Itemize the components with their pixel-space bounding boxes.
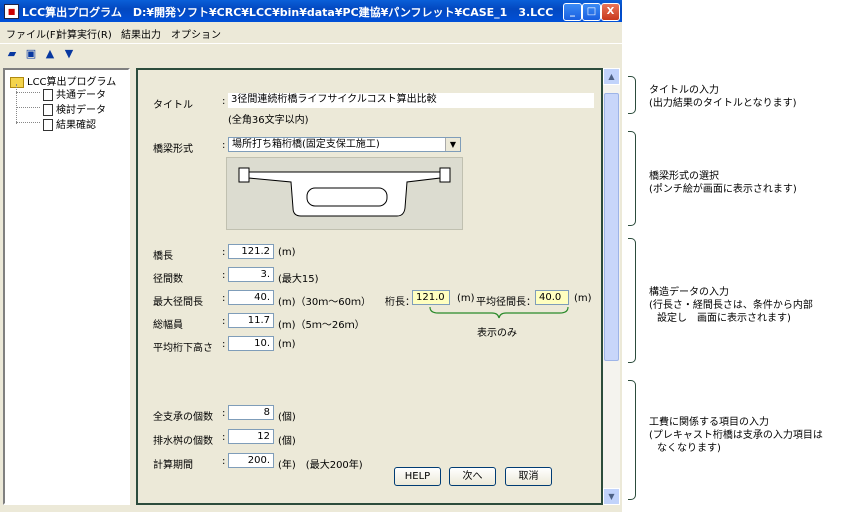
clearance-unit: (m)	[278, 339, 296, 350]
bridge-length-input[interactable]: 121.2	[228, 244, 274, 259]
girder-length-label: 桁長：	[385, 297, 415, 308]
minimize-button[interactable]: _	[563, 3, 582, 21]
display-only-brace	[429, 306, 569, 319]
tree-view[interactable]: LCC算出プログラム 共通データ 検討データ 結果確認	[3, 68, 130, 505]
avg-span-display: 40.0	[535, 290, 569, 305]
girder-length-display: 121.0	[412, 290, 450, 305]
max-span-label: 最大径間長	[153, 297, 203, 308]
title-hint: (全角36文字以内)	[228, 115, 309, 126]
period-input[interactable]: 200.	[228, 453, 274, 468]
bearings-input[interactable]: 8	[228, 405, 274, 420]
annotation-bridge-type: 橋梁形式の選択 (ポンチ絵が画面に表示されます)	[649, 171, 797, 195]
maximize-button[interactable]: □	[582, 3, 601, 21]
tree-connector	[16, 84, 17, 124]
title-bar[interactable]: ■ LCC算出プログラム D:¥開発ソフト¥CRC¥LCC¥bin¥data¥P…	[0, 0, 622, 22]
save-icon[interactable]: ▣	[23, 46, 39, 62]
open-icon[interactable]: ▰	[4, 46, 20, 62]
help-button[interactable]: HELP	[394, 467, 441, 486]
period-note: (年) (最大200年)	[278, 460, 363, 471]
max-span-input[interactable]: 40.	[228, 290, 274, 305]
annotation-bracket	[628, 131, 636, 226]
toolbar: ▰ ▣ ▲ ▼	[0, 43, 622, 66]
spans-label: 径間数	[153, 274, 183, 285]
menu-bar: ファイル(F) 計算実行(R) 結果出力 オプション	[0, 23, 622, 42]
clearance-label: 平均桁下高さ	[153, 343, 213, 354]
title-label: タイトル	[153, 100, 193, 111]
tree-item-study-data[interactable]: 検討データ	[43, 101, 106, 116]
bearings-unit: (個)	[278, 412, 296, 423]
bridge-type-label: 橋梁形式	[153, 144, 193, 155]
annotation-bracket	[628, 76, 636, 114]
annotation-title: タイトルの入力 (出力結果のタイトルとなります)	[649, 85, 797, 109]
colon: :	[222, 456, 226, 467]
close-button[interactable]: X	[601, 3, 620, 21]
colon: :	[222, 140, 226, 151]
annotation-bracket	[628, 380, 636, 500]
tree-connector	[16, 122, 40, 123]
drains-input[interactable]: 12	[228, 429, 274, 444]
spans-input[interactable]: 3.	[228, 267, 274, 282]
menu-run[interactable]: 計算実行(R)	[57, 26, 112, 41]
width-label: 総幅員	[153, 320, 183, 331]
bridge-type-select[interactable]: 場所打ち箱桁橋(固定支保工施工) ▼	[228, 137, 461, 152]
period-label: 計算期間	[153, 460, 193, 471]
max-span-note: (m)（30ｍ～60ｍ）	[278, 297, 371, 308]
drains-unit: (個)	[278, 436, 296, 447]
up-icon[interactable]: ▲	[42, 46, 58, 62]
tree-connector	[16, 107, 40, 108]
colon: :	[222, 432, 226, 443]
bridge-length-unit: (m)	[278, 247, 296, 258]
colon: :	[222, 247, 226, 258]
colon: :	[222, 408, 226, 419]
annotation-cost: 工費に関係する項目の入力 (プレキャスト桁橋は支承の入力項目は なくなります)	[649, 417, 823, 454]
window-title: LCC算出プログラム D:¥開発ソフト¥CRC¥LCC¥bin¥data¥PC建…	[22, 6, 554, 19]
colon: :	[222, 96, 226, 107]
drains-label: 排水桝の個数	[153, 436, 213, 447]
app-icon: ■	[4, 4, 19, 19]
colon: :	[222, 293, 226, 304]
tree-item-common-data[interactable]: 共通データ	[43, 86, 106, 101]
bearings-label: 全支承の個数	[153, 412, 213, 423]
colon: :	[222, 270, 226, 281]
cancel-button[interactable]: 取消	[505, 467, 552, 486]
folder-icon	[10, 76, 24, 88]
annotation-structure: 構造データの入力 (行長さ・経間長さは、条件から内部 設定し 画面に表示されます)	[649, 287, 813, 324]
colon: :	[222, 339, 226, 350]
scroll-down-icon[interactable]: ▼	[603, 488, 620, 505]
bridge-section-diagram	[226, 157, 463, 230]
display-only-note: 表示のみ	[477, 328, 517, 339]
girder-length-unit: (m)	[457, 293, 475, 304]
annotation-bracket	[628, 238, 636, 363]
document-icon	[43, 104, 53, 116]
bridge-length-label: 橋長	[153, 251, 173, 262]
menu-options[interactable]: オプション	[171, 26, 221, 41]
menu-output[interactable]: 結果出力	[121, 26, 161, 41]
document-icon	[43, 119, 53, 131]
chevron-down-icon[interactable]: ▼	[445, 138, 460, 151]
next-button[interactable]: 次へ	[449, 467, 496, 486]
spans-note: (最大15)	[278, 274, 319, 285]
application-window: ■ LCC算出プログラム D:¥開発ソフト¥CRC¥LCC¥bin¥data¥P…	[0, 0, 622, 512]
clearance-input[interactable]: 10.	[228, 336, 274, 351]
width-note: (m)（5ｍ～26ｍ）	[278, 320, 365, 331]
vertical-scrollbar[interactable]: ▲ ▼	[603, 68, 620, 505]
title-input[interactable]: 3径間連続桁橋ライフサイクルコスト算出比較	[228, 93, 594, 108]
down-icon[interactable]: ▼	[61, 46, 77, 62]
tree-connector	[16, 92, 40, 93]
menu-file[interactable]: ファイル(F)	[6, 26, 60, 41]
scroll-up-icon[interactable]: ▲	[603, 68, 620, 85]
scroll-thumb[interactable]	[604, 93, 619, 361]
width-input[interactable]: 11.7	[228, 313, 274, 328]
colon: :	[222, 316, 226, 327]
avg-span-unit: (m)	[574, 293, 592, 304]
tree-item-results[interactable]: 結果確認	[43, 116, 96, 131]
document-icon	[43, 89, 53, 101]
